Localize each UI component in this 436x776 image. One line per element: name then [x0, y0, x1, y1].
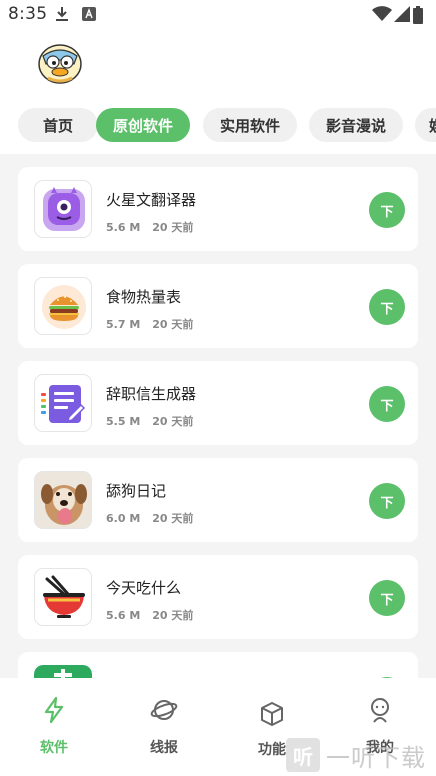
download-button[interactable]: 下 [369, 192, 405, 228]
tab-original-software[interactable]: 原创软件 [96, 108, 190, 142]
app-name: 食物热量表 [106, 288, 182, 306]
watermark-logo: 听 [286, 738, 320, 772]
app-card[interactable]: 舔狗日记 6.0 M 20 天前 下 [18, 458, 418, 542]
watermark: 听 一听下载 [286, 734, 436, 776]
download-button[interactable]: 下 [369, 386, 405, 422]
battery-icon [413, 6, 423, 28]
lightning-icon [40, 696, 68, 724]
download-button[interactable]: 下 [369, 580, 405, 616]
planet-icon [150, 696, 178, 724]
nav-label: 线报 [150, 740, 178, 756]
cube-icon [258, 700, 286, 728]
status-time: 8:35 [8, 4, 48, 24]
download-button[interactable]: 下 [369, 289, 405, 325]
app-card[interactable] [18, 652, 418, 678]
duck-avatar[interactable] [36, 42, 84, 84]
app-size: 5.6 M [106, 221, 141, 234]
a-icon [82, 6, 96, 25]
category-tabs: 首页 原创软件 实用软件 影音漫说 娱 [0, 108, 436, 142]
tab-home[interactable]: 首页 [18, 108, 98, 142]
document-pen-icon [34, 374, 92, 432]
signal-icon [394, 6, 410, 26]
tab-entertainment[interactable]: 娱 [415, 108, 436, 142]
app-card[interactable]: 今天吃什么 5.6 M 20 天前 下 [18, 555, 418, 639]
app-time: 20 天前 [152, 512, 194, 525]
app-time: 20 天前 [152, 609, 194, 622]
green-app-icon [34, 665, 92, 678]
app-name: 舔狗日记 [106, 482, 167, 500]
app-name: 辞职信生成器 [106, 385, 197, 403]
dog-photo-icon [34, 471, 92, 529]
app-meta: 5.6 M 20 天前 [106, 607, 193, 623]
app-meta: 6.0 M 20 天前 [106, 510, 193, 526]
app-time: 20 天前 [152, 415, 194, 428]
app-meta: 5.6 M 20 天前 [106, 219, 193, 235]
app-size: 5.6 M [106, 609, 141, 622]
top-area: 8:35 首页 原创软件 实用软件 影音漫说 [0, 0, 436, 154]
watermark-text: 一听下载 [326, 743, 426, 772]
download-button[interactable]: 下 [369, 483, 405, 519]
app-list: 火星文翻译器 5.6 M 20 天前 下 食物热量表 5.7 M 20 天前 下… [0, 154, 436, 678]
wifi-icon [372, 6, 392, 26]
app-name: 今天吃什么 [106, 579, 182, 597]
purple-monster-icon [34, 180, 92, 238]
nav-news[interactable]: 线报 [124, 696, 204, 756]
tab-media[interactable]: 影音漫说 [309, 108, 403, 142]
noodle-bowl-icon [34, 568, 92, 626]
app-size: 6.0 M [106, 512, 141, 525]
app-card[interactable]: 食物热量表 5.7 M 20 天前 下 [18, 264, 418, 348]
app-card[interactable]: 辞职信生成器 5.5 M 20 天前 下 [18, 361, 418, 445]
app-meta: 5.7 M 20 天前 [106, 316, 193, 332]
nav-label: 软件 [40, 740, 68, 756]
app-name: 火星文翻译器 [106, 191, 197, 209]
app-screen: 8:35 首页 原创软件 实用软件 影音漫说 火星文翻译器 5.6 M 20 天… [0, 0, 436, 776]
nav-software[interactable]: 软件 [14, 696, 94, 756]
app-size: 5.5 M [106, 415, 141, 428]
status-bar: 8:35 [0, 0, 436, 30]
tab-practical-software[interactable]: 实用软件 [203, 108, 297, 142]
app-size: 5.7 M [106, 318, 141, 331]
profile-icon [366, 696, 394, 724]
app-card[interactable]: 火星文翻译器 5.6 M 20 天前 下 [18, 167, 418, 251]
app-meta: 5.5 M 20 天前 [106, 413, 193, 429]
app-time: 20 天前 [152, 221, 194, 234]
burger-icon [34, 277, 92, 335]
app-time: 20 天前 [152, 318, 194, 331]
download-icon [55, 6, 69, 26]
